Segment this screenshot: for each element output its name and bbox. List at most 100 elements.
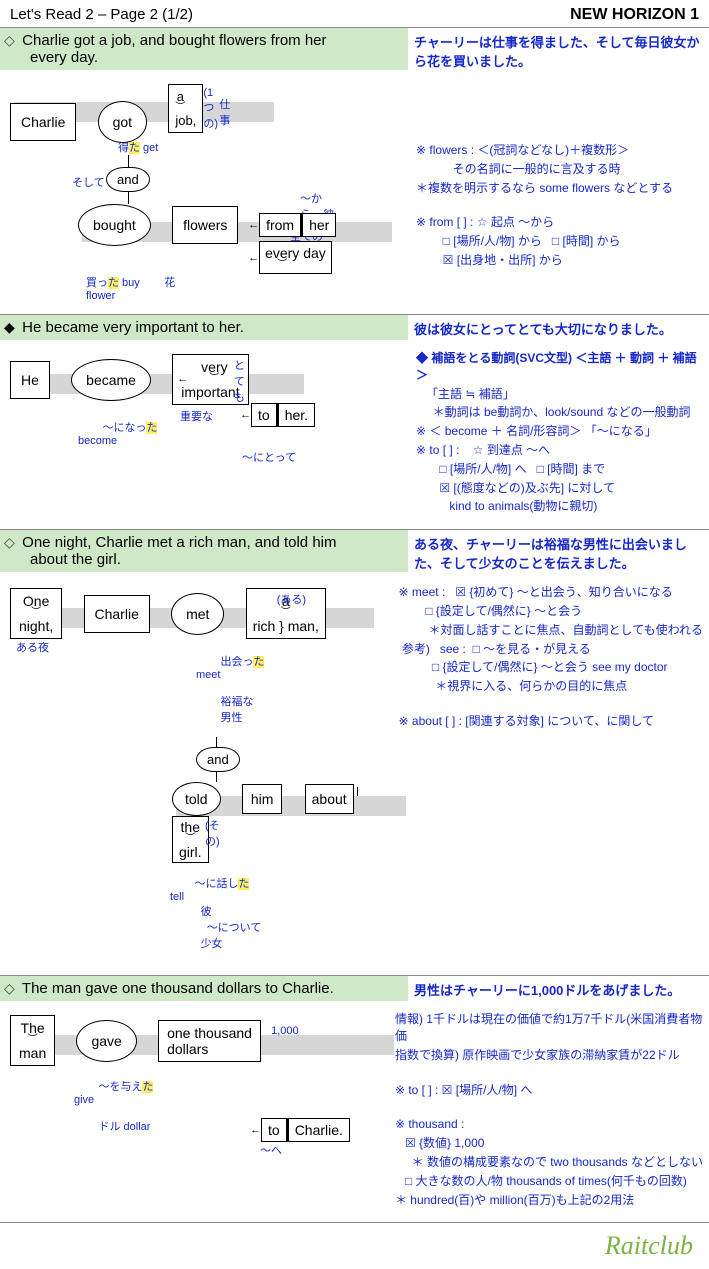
note-line: 指数で換算) 原作映画で少女家族の滞納家賃が22ドル bbox=[395, 1047, 703, 1064]
note-line: kind to animals(動物に親切) bbox=[416, 498, 703, 515]
anno: 買っ bbox=[86, 277, 108, 289]
sentence-en-2: ◆ He became very important to her. bbox=[0, 315, 408, 340]
anno: 重要な bbox=[180, 408, 213, 424]
diamond-icon: ◇ bbox=[4, 534, 18, 551]
note-line: ※ to [ ] : ☆ 到達点 〜へ bbox=[416, 442, 703, 459]
note-line: ※ flowers : ＜(冠詞などなし)＋複数形＞ bbox=[416, 142, 703, 159]
page-header: Let's Read 2 – Page 2 (1/2) NEW HORIZON … bbox=[0, 0, 709, 28]
anno: (ある) bbox=[277, 591, 306, 607]
en-line: One night, Charlie met a rich man, and t… bbox=[22, 534, 336, 551]
note-line: 参考) see : □ 〜を見る・が見える bbox=[399, 641, 703, 658]
diagram-2: He became ← very︶ とても important 重要な ← bbox=[0, 342, 408, 469]
to-box: to bbox=[261, 1118, 287, 1142]
anno: そして bbox=[72, 174, 105, 190]
anno: 少女 bbox=[201, 938, 223, 950]
subj-box: Charlie bbox=[84, 595, 150, 633]
section-4: ◇ The man gave one thousand dollars to C… bbox=[0, 976, 709, 1223]
anno: た bbox=[129, 142, 140, 154]
note-line: ＊ 数値の構成要素なので two thousands などとしない bbox=[395, 1154, 703, 1171]
note-line: ※ about [ ] : [関連する対象] について、に関して bbox=[399, 713, 703, 730]
diamond-icon: ◆ bbox=[4, 319, 18, 336]
night-word: night, bbox=[19, 618, 53, 634]
sentence-jp-4: 男性はチャーリーに1,000ドルをあげました。 bbox=[408, 976, 709, 1003]
sentence-jp-1: チャーリーは仕事を得ました、そして毎日彼女から花を買いました。 bbox=[408, 28, 709, 74]
anno: (その) bbox=[205, 817, 220, 849]
anno: た bbox=[146, 422, 157, 434]
note-line: 情報) 1千ドルは現在の価値で約1万7千ドル(米国消費者物価 bbox=[395, 1011, 703, 1045]
obj-box: flowers bbox=[172, 206, 238, 244]
note-line: ＊複数を明示するなら some flowers などとする bbox=[416, 180, 703, 197]
note-line: ＊ hundred(百)や million(百万)も上記の2用法 bbox=[395, 1192, 703, 1209]
note-line: 「主語 ≒ 補語」 bbox=[416, 386, 703, 403]
notes-1: ※ flowers : ＜(冠詞などなし)＋複数形＞ その名詞に一般的に言及する… bbox=[408, 74, 709, 275]
from-box: from bbox=[259, 213, 301, 237]
anno: buy bbox=[119, 277, 140, 289]
subj-box: Charlie bbox=[10, 103, 76, 141]
anno: meet bbox=[196, 669, 220, 681]
every-word: every bbox=[265, 246, 299, 260]
notes-4: 情報) 1千ドルは現在の価値で約1万7千ドル(米国消費者物価 指数で換算) 原作… bbox=[387, 1003, 709, 1214]
section-2: ◆ He became very important to her. 彼は彼女に… bbox=[0, 315, 709, 530]
en-line-2: about the girl. bbox=[4, 551, 121, 568]
note-line: その名詞に一般的に言及する時 bbox=[416, 161, 703, 178]
note-line: □ {設定して/偶然に} 〜と会う see my doctor bbox=[399, 659, 703, 676]
the-word: The bbox=[21, 1021, 45, 1035]
note-line: ＊対面し話すことに焦点、自動詞としても使われる bbox=[399, 622, 703, 639]
sentence-en-4: ◇ The man gave one thousand dollars to C… bbox=[0, 976, 408, 1001]
anno: (1つの) bbox=[203, 87, 218, 131]
en-line: The man gave one thousand dollars to Cha… bbox=[22, 980, 334, 997]
note-line: ☒ [出身地・出所] から bbox=[416, 252, 703, 269]
en-line: He became very important to her. bbox=[22, 319, 244, 336]
him-box: him bbox=[242, 784, 283, 814]
notes-3: ※ meet : ☒ {初めて} 〜と出会う、知り合いになる □ {設定して/偶… bbox=[391, 576, 709, 736]
man-word: man bbox=[19, 1045, 46, 1061]
anno: 裕福な bbox=[220, 696, 253, 708]
and-ellipse: and bbox=[196, 747, 240, 772]
her-box: her. bbox=[278, 403, 315, 427]
anno: 〜を与え bbox=[98, 1081, 142, 1093]
notes-2: ◆ 補語をとる動詞(SVC文型) ＜主語 ＋ 動詞 ＋ 補語＞ 「主語 ≒ 補語… bbox=[408, 342, 709, 521]
note-line: □ [場所/人/物] から □ [時間] から bbox=[416, 233, 703, 250]
diagram-4: The︶ man gave one thousand 1,000 dollars… bbox=[0, 1003, 387, 1162]
anno: た bbox=[238, 878, 249, 890]
note-line: ＊視界に入る、何らかの目的に焦点 bbox=[399, 678, 703, 695]
section-1: ◇ Charlie got a job, and bought flowers … bbox=[0, 28, 709, 315]
anno: 出会っ bbox=[220, 656, 253, 668]
header-left: Let's Read 2 – Page 2 (1/2) bbox=[10, 6, 193, 24]
girl-word: girl. bbox=[179, 844, 202, 860]
to-box: to bbox=[251, 403, 277, 427]
man-word: man, bbox=[288, 618, 319, 634]
note-line: ※ thousand : bbox=[395, 1116, 703, 1133]
one-thousand: one thousand bbox=[167, 1025, 252, 1041]
note-line: □ [場所/人/物] へ □ [時間] まで bbox=[416, 461, 703, 478]
footer-logo: Raitclub bbox=[605, 1231, 693, 1260]
verb-ellipse: told bbox=[172, 782, 221, 816]
sentence-en-3: ◇ One night, Charlie met a rich man, and… bbox=[0, 530, 408, 572]
anno: 彼 bbox=[201, 906, 212, 918]
anno: tell bbox=[170, 891, 184, 903]
diamond-icon: ◇ bbox=[4, 980, 18, 997]
anno: 〜について bbox=[207, 922, 262, 934]
verb-ellipse: got bbox=[98, 101, 147, 143]
anno: 〜へ bbox=[260, 1142, 387, 1158]
anno: give bbox=[74, 1094, 94, 1106]
anno: た bbox=[142, 1081, 153, 1093]
anno: 〜になっ bbox=[102, 422, 146, 434]
note-line: □ 大きな数の人/物 thousands of times(何千もの回数) bbox=[395, 1173, 703, 1190]
note-line: ※ to [ ] : ☒ [場所/人/物] へ bbox=[395, 1082, 703, 1099]
verb-ellipse: met bbox=[171, 593, 224, 635]
dollars-word: dollars bbox=[167, 1041, 208, 1057]
note-line: ※ from [ ] : ☆ 起点 〜から bbox=[416, 214, 703, 231]
en-line-1: Charlie got a job, and bought flowers fr… bbox=[22, 32, 326, 49]
note-line: ＊動詞は be動詞か、look/sound などの一般動詞 bbox=[416, 404, 703, 421]
diamond-icon: ◇ bbox=[4, 32, 18, 49]
charlie-box: Charlie. bbox=[288, 1118, 350, 1142]
anno: とても bbox=[231, 357, 247, 405]
her-box: her bbox=[302, 213, 336, 237]
note-line: ※ ＜ become ＋ 名詞/形容詞＞ 「〜になる」 bbox=[416, 423, 703, 440]
and-ellipse: and bbox=[106, 167, 150, 192]
anno: get bbox=[140, 142, 158, 154]
note-line: ※ meet : ☒ {初めて} 〜と出会う、知り合いになる bbox=[399, 584, 703, 601]
note-line: ◆ 補語をとる動詞(SVC文型) ＜主語 ＋ 動詞 ＋ 補語＞ bbox=[416, 351, 697, 382]
day-word: day bbox=[303, 245, 326, 261]
